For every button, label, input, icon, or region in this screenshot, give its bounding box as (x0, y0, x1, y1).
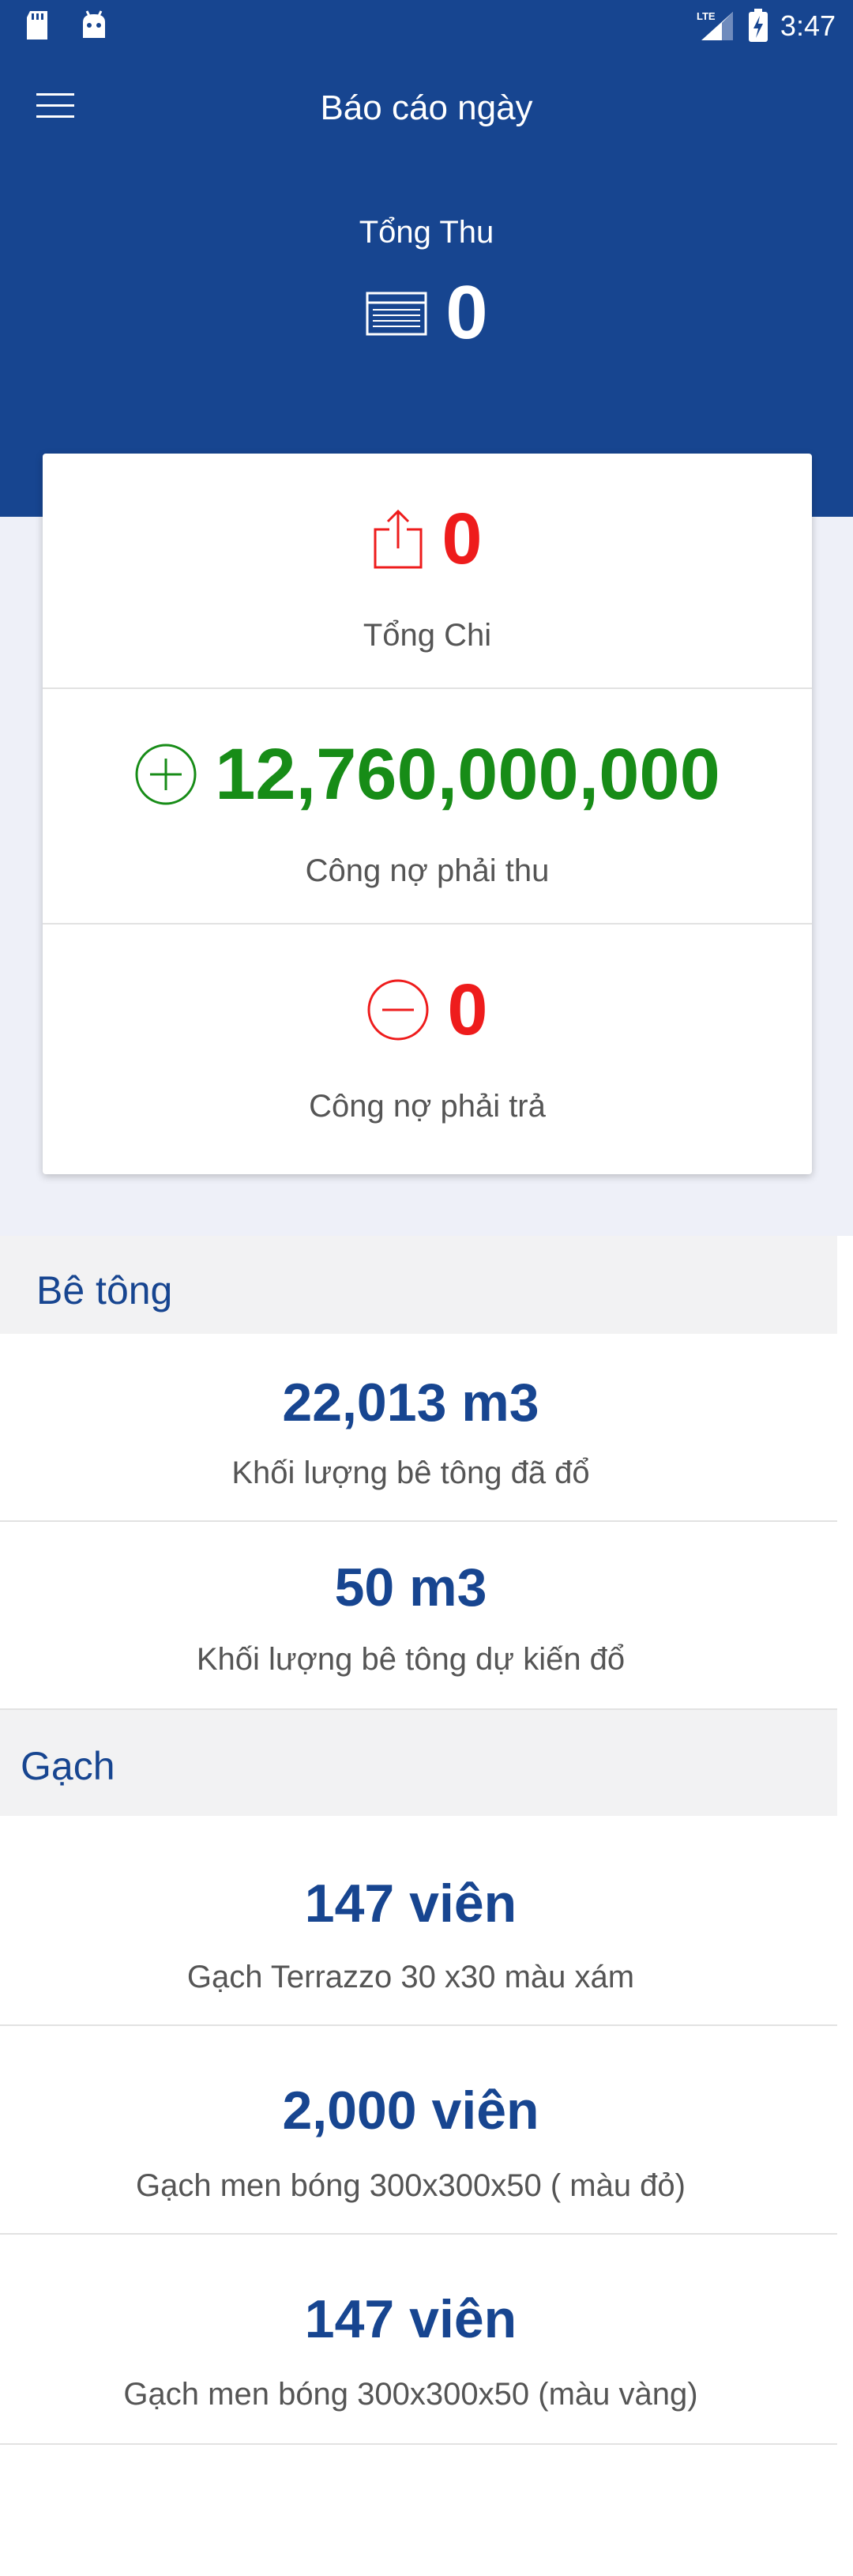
concrete-section-header: Bê tông (0, 1236, 837, 1334)
brick-item-value: 147 viên (304, 1874, 517, 1934)
payable-value: 0 (447, 970, 488, 1050)
total-expense-section[interactable]: 0 Tổng Chi (43, 454, 812, 689)
share-icon (374, 509, 423, 569)
total-income-value: 0 (445, 270, 488, 355)
receivable-value: 12,760,000,000 (215, 734, 720, 815)
brick-item-value: 147 viên (304, 2289, 517, 2349)
concrete-section-title: Bê tông (36, 1268, 173, 1312)
concrete-poured-value: 22,013 m3 (282, 1373, 539, 1433)
total-expense-value: 0 (442, 499, 483, 579)
app-header: Báo cáo ngày Tổng Thu 0 (0, 52, 853, 517)
total-income-row: 0 (0, 273, 853, 352)
brick-item-value: 2,000 viên (282, 2081, 539, 2141)
brick-item[interactable]: 147 viên Gạch Terrazzo 30 x30 màu xám (0, 1816, 837, 2026)
sd-card-icon (27, 11, 47, 40)
brick-section-header: Gạch (0, 1710, 837, 1816)
plus-circle-icon (135, 744, 197, 805)
brick-item-label: Gạch Terrazzo 30 x30 màu xám (186, 1960, 635, 1994)
total-income-label: Tổng Thu (359, 215, 494, 250)
lte-signal-icon: LTE (697, 10, 733, 40)
brick-item-label: Gạch men bóng 300x300x50 (màu vàng) (123, 2377, 698, 2412)
android-icon (83, 10, 105, 38)
brick-item-label: Gạch men bóng 300x300x50 ( màu đỏ) (136, 2168, 686, 2203)
clock: 3:47 (780, 9, 836, 42)
concrete-planned-label: Khối lượng bê tông dự kiến đổ (196, 1642, 626, 1677)
svg-text:LTE: LTE (697, 10, 716, 22)
receivable-section[interactable]: 12,760,000,000 Công nợ phải thu (43, 689, 812, 925)
status-bar: LTE 3:47 (0, 0, 853, 52)
payable-label: Công nợ phải trả (309, 1089, 546, 1124)
total-expense-label: Tổng Chi (363, 618, 492, 653)
battery-charging-icon (748, 9, 768, 42)
brick-item[interactable]: 2,000 viên Gạch men bóng 300x300x50 ( mà… (0, 2026, 837, 2235)
brick-section-title: Gạch (21, 1744, 115, 1788)
invoice-icon (366, 292, 427, 336)
concrete-poured-label: Khối lượng bê tông đã đổ (231, 1456, 590, 1490)
concrete-planned-item[interactable]: 50 m3 Khối lượng bê tông dự kiến đổ (0, 1522, 837, 1710)
concrete-planned-value: 50 m3 (334, 1557, 487, 1618)
minus-circle-icon (367, 979, 429, 1041)
receivable-label: Công nợ phải thu (305, 853, 550, 888)
payable-section[interactable]: 0 Công nợ phải trả (43, 925, 812, 1160)
concrete-poured-item[interactable]: 22,013 m3 Khối lượng bê tông đã đổ (0, 1334, 837, 1522)
summary-card: 0 Tổng Chi 12,760,000,000 Công nợ phải t… (43, 454, 812, 1174)
page-title: Báo cáo ngày (320, 89, 533, 127)
brick-item[interactable]: 147 viên Gạch men bóng 300x300x50 (màu v… (0, 2235, 837, 2445)
